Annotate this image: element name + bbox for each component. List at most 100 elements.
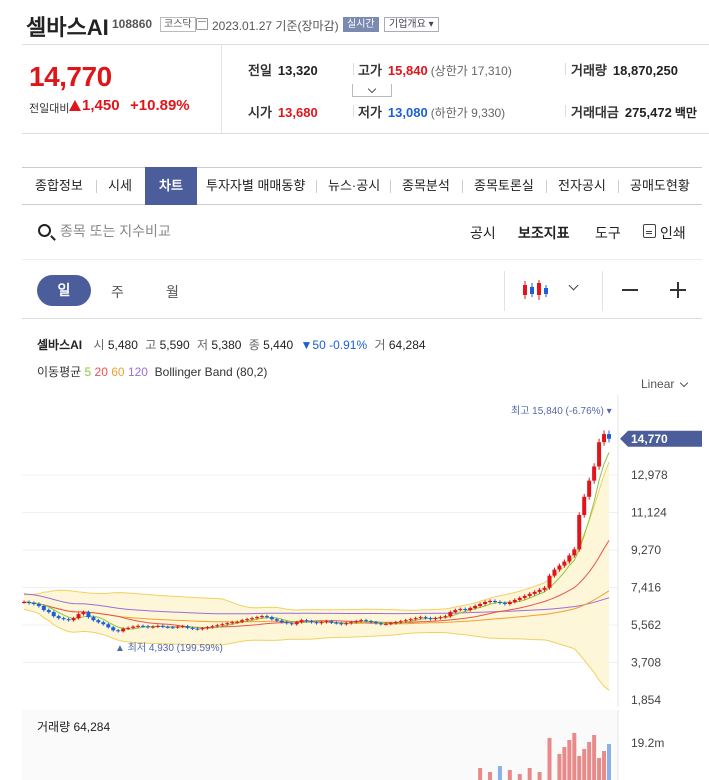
candle-body <box>537 589 542 592</box>
max-price-annotation: 최고 15,840 (-6.76%) ▾ <box>511 405 612 417</box>
candle-body <box>572 549 577 556</box>
price-chart[interactable]: 12,978 11,124 9,270 7,416 5,562 3,708 1,854 14,… <box>0 395 709 707</box>
candle-body <box>364 620 369 622</box>
company-info-button[interactable]: 기업개요 ▾ <box>384 17 439 32</box>
tab-short-selling[interactable]: 공매도현황 <box>630 168 690 204</box>
candle-body <box>101 622 106 625</box>
realtime-button[interactable]: 실시간 <box>343 17 379 32</box>
candle-body <box>468 608 473 611</box>
candle-body <box>111 627 116 631</box>
candle-body <box>175 626 180 628</box>
candle-body <box>250 618 255 620</box>
chevron-down-icon[interactable] <box>568 280 579 291</box>
candle-body <box>428 618 433 620</box>
candle-body <box>294 622 299 625</box>
candle-body <box>225 623 230 625</box>
candle-body <box>126 627 131 629</box>
diff-label: 전일대비 <box>29 103 70 115</box>
volume-bar <box>507 770 512 780</box>
volume-bar <box>572 733 577 780</box>
volume-bar <box>577 756 582 780</box>
candle-body <box>26 601 31 603</box>
chevron-down-icon[interactable] <box>679 378 689 388</box>
volume-bar <box>602 751 607 780</box>
y-tick-label: 12,978 <box>631 468 668 482</box>
volume-bar <box>537 772 542 780</box>
candle-body <box>96 620 101 623</box>
indicator-button[interactable]: 보조지표 <box>518 223 570 243</box>
volume-bar <box>562 747 567 780</box>
period-day-button[interactable]: 일 <box>37 275 91 306</box>
volume-bar <box>517 774 522 780</box>
candle-body <box>81 612 86 615</box>
current-price: 14,770 <box>29 61 112 92</box>
print-button[interactable]: 인쇄 <box>660 223 686 243</box>
candle-body <box>284 622 289 624</box>
scale-selector[interactable]: Linear <box>641 377 674 391</box>
candle-body <box>299 620 304 623</box>
candle-body <box>562 561 567 566</box>
print-icon[interactable] <box>643 224 656 238</box>
candle-body <box>121 628 126 632</box>
ma-legend: 이동평균 5 20 60 120 Bollinger Band (80,2) <box>37 365 268 379</box>
tool-button[interactable]: 도구 <box>595 223 621 243</box>
period-week-button[interactable]: 주 <box>111 282 124 302</box>
candle-body <box>56 616 61 619</box>
candle-body <box>418 617 423 619</box>
candle-body <box>443 616 448 618</box>
tab-divider <box>390 180 391 193</box>
candle <box>587 477 592 500</box>
chart-toolbar: 공시 보조지표 도구 인쇄 <box>22 206 702 260</box>
candle-body <box>492 600 497 602</box>
candle-body <box>145 626 150 628</box>
disclosure-button[interactable]: 공시 <box>470 223 496 243</box>
candle-body <box>349 622 354 624</box>
candle-body <box>245 619 250 621</box>
candle-body <box>383 623 388 625</box>
main-tabs: 종합정보 시세 차트 투자자별 매매동향 뉴스·공시 종목분석 종목토론실 전자… <box>22 167 702 205</box>
candle-body <box>131 626 136 628</box>
stat-prev: 전일 13,320 <box>248 63 318 78</box>
tab-quotes[interactable]: 시세 <box>108 168 132 204</box>
tab-divider <box>618 180 619 193</box>
candle-body <box>46 610 51 613</box>
price-diff-pct: +10.89% <box>130 97 190 114</box>
zoom-out-icon[interactable] <box>622 289 638 291</box>
period-selector: 일 주 월 <box>22 261 702 319</box>
tab-analysis[interactable]: 종목분석 <box>402 168 450 204</box>
tab-discussion[interactable]: 종목토론실 <box>474 168 534 204</box>
search-icon[interactable] <box>38 224 51 237</box>
candle-body <box>453 610 458 613</box>
candle-body <box>61 618 66 620</box>
candle-type-icon[interactable] <box>522 279 550 301</box>
candle <box>547 573 552 590</box>
tab-disclosure[interactable]: 전자공시 <box>558 168 606 204</box>
stock-header: 셀바스AI 108860 코스닥 2023.01.27 기준(장마감) 실시간 … <box>0 0 709 44</box>
divider <box>565 105 566 117</box>
tab-divider <box>546 180 547 193</box>
candle-body <box>165 626 170 628</box>
volume-bar <box>567 740 572 780</box>
y-tick-label: 1,854 <box>631 693 661 707</box>
period-month-button[interactable]: 월 <box>166 282 179 302</box>
stock-name: 셀바스AI <box>26 15 109 40</box>
candle-body <box>150 626 155 628</box>
candle-body <box>448 612 453 617</box>
stat-low: 저가 13,080 (하한가 9,330) <box>358 105 506 120</box>
zoom-in-icon[interactable] <box>670 282 686 298</box>
price-diff: 1,450 <box>82 97 120 114</box>
candle-body <box>597 442 602 467</box>
tab-news[interactable]: 뉴스·공시 <box>328 168 380 204</box>
y-tick-label: 7,416 <box>631 581 661 595</box>
candle-body <box>458 609 463 611</box>
candle-body <box>552 569 557 576</box>
candle-body <box>502 602 507 605</box>
candle-body <box>41 606 46 611</box>
tab-investor[interactable]: 투자자별 매매동향 <box>206 168 305 204</box>
expand-toggle[interactable] <box>352 84 392 97</box>
candle-body <box>240 620 245 622</box>
compare-search-input[interactable] <box>60 220 360 242</box>
tab-overview[interactable]: 종합정보 <box>35 168 83 204</box>
candle-body <box>542 587 547 590</box>
tab-chart[interactable]: 차트 <box>145 167 197 205</box>
